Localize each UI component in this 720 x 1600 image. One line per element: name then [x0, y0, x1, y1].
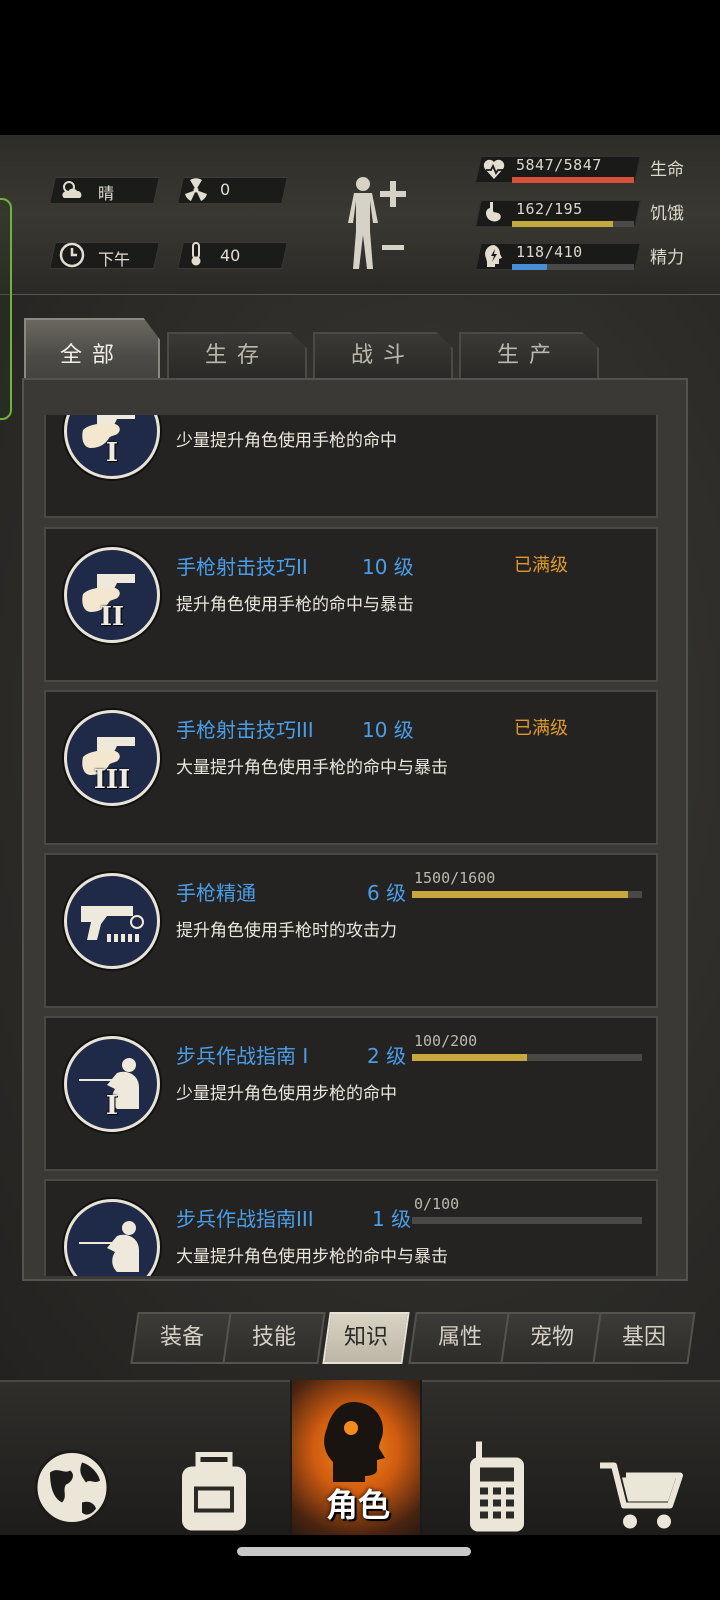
max-level-badge: 已满级 — [514, 718, 568, 739]
tab-all[interactable]: 全部 — [24, 318, 160, 380]
list-item[interactable]: I 步兵作战指南 I 2 级 100/200 少量提升角色使用步枪的命中 — [44, 1016, 658, 1171]
skill-list[interactable]: I 少量提升角色使用手枪的命中 II 手枪射击技巧II 10 级 已满级 提升角… — [44, 415, 660, 1276]
progress-bar — [412, 891, 642, 898]
radiation-icon — [185, 178, 207, 201]
rifle-skill-icon — [64, 1199, 160, 1276]
pistol-skill-icon: III — [64, 710, 160, 806]
skill-level: 2 级 — [367, 1044, 407, 1068]
backpack-icon[interactable] — [176, 1414, 252, 1569]
list-item[interactable]: I 少量提升角色使用手枪的命中 — [44, 415, 658, 518]
temperature-value: 40 — [220, 246, 241, 265]
home-indicator[interactable] — [237, 1547, 471, 1556]
character-tab-label: 角色 — [325, 1486, 390, 1524]
body-figure-icon[interactable] — [345, 175, 381, 273]
hunger-bar — [512, 221, 634, 227]
weather-value: 晴 — [98, 184, 115, 203]
list-item[interactable]: III 手枪射击技巧III 10 级 已满级 大量提升角色使用手枪的命中与暴击 — [44, 690, 658, 845]
skill-name: 手枪精通 — [176, 881, 256, 905]
pistol-mastery-icon — [64, 873, 160, 969]
globe-icon[interactable] — [32, 1410, 112, 1565]
skill-level: 1 级 — [372, 1207, 412, 1231]
progress-bar — [412, 1217, 642, 1224]
character-head-icon — [324, 1402, 385, 1482]
energy-value: 118/410 — [516, 243, 583, 261]
cloud-sun-icon — [62, 181, 82, 198]
add-button[interactable] — [380, 181, 406, 207]
tab-survival[interactable]: 生存 — [167, 332, 307, 378]
skill-level: 10 级 — [362, 718, 414, 742]
time-value: 下午 — [98, 250, 131, 269]
hunger-value: 162/195 — [516, 200, 583, 218]
skill-description: 大量提升角色使用步枪的命中与暴击 — [176, 1247, 448, 1267]
subnav-genes[interactable]: 基因 — [592, 1312, 696, 1364]
list-item[interactable]: II 手枪射击技巧II 10 级 已满级 提升角色使用手枪的命中与暴击 — [44, 527, 658, 682]
max-level-badge: 已满级 — [514, 555, 568, 576]
health-value: 5847/5847 — [516, 156, 602, 174]
skill-level: 6 级 — [367, 881, 407, 905]
skill-level: 10 级 — [362, 555, 414, 579]
skill-name: 手枪射击技巧II — [176, 555, 308, 579]
subnav-knowledge[interactable]: 知识 — [322, 1312, 410, 1364]
thermometer-icon — [191, 242, 201, 266]
heart-pulse-icon — [483, 159, 505, 179]
subnav-pets[interactable]: 宠物 — [500, 1312, 604, 1364]
energy-bar — [512, 264, 634, 270]
remove-button[interactable] — [382, 245, 404, 250]
skill-name: 步兵作战指南III — [176, 1207, 314, 1231]
tab-combat[interactable]: 战斗 — [313, 332, 453, 378]
clock-icon — [59, 242, 85, 268]
pistol-skill-icon: II — [64, 547, 160, 643]
character-tab[interactable]: 角色 — [290, 1380, 422, 1535]
side-drawer-handle[interactable] — [0, 198, 12, 420]
progress-text: 0/100 — [414, 1195, 460, 1213]
hunger-label: 饥饿 — [650, 204, 684, 224]
subnav-equipment[interactable]: 装备 — [130, 1312, 234, 1364]
skill-description: 提升角色使用手枪的命中与暴击 — [176, 595, 414, 615]
progress-bar — [412, 1054, 642, 1061]
stomach-icon — [486, 202, 501, 222]
brain-bolt-icon — [485, 245, 502, 267]
skill-name: 步兵作战指南 I — [176, 1044, 309, 1068]
pistol-skill-icon: I — [64, 415, 160, 479]
subnav-skills[interactable]: 技能 — [222, 1312, 326, 1364]
health-label: 生命 — [650, 160, 684, 180]
radio-icon[interactable] — [466, 1410, 528, 1565]
tab-production[interactable]: 生产 — [459, 332, 599, 378]
energy-label: 精力 — [650, 248, 684, 268]
radiation-value: 0 — [220, 180, 231, 199]
skill-description: 大量提升角色使用手枪的命中与暴击 — [176, 758, 448, 778]
skill-description: 少量提升角色使用步枪的命中 — [176, 1084, 397, 1104]
subnav-attributes[interactable]: 属性 — [408, 1312, 512, 1364]
rifle-skill-icon: I — [64, 1036, 160, 1132]
health-bar — [512, 177, 634, 183]
list-item[interactable]: 步兵作战指南III 1 级 0/100 大量提升角色使用步枪的命中与暴击 — [44, 1179, 658, 1276]
skill-description: 少量提升角色使用手枪的命中 — [176, 431, 397, 451]
progress-text: 100/200 — [414, 1032, 478, 1050]
progress-text: 1500/1600 — [414, 869, 496, 887]
list-item[interactable]: 手枪精通 6 级 1500/1600 提升角色使用手枪时的攻击力 — [44, 853, 658, 1008]
skill-name: 手枪射击技巧III — [176, 718, 314, 742]
cart-icon[interactable] — [600, 1418, 684, 1573]
skill-description: 提升角色使用手枪时的攻击力 — [176, 921, 397, 941]
